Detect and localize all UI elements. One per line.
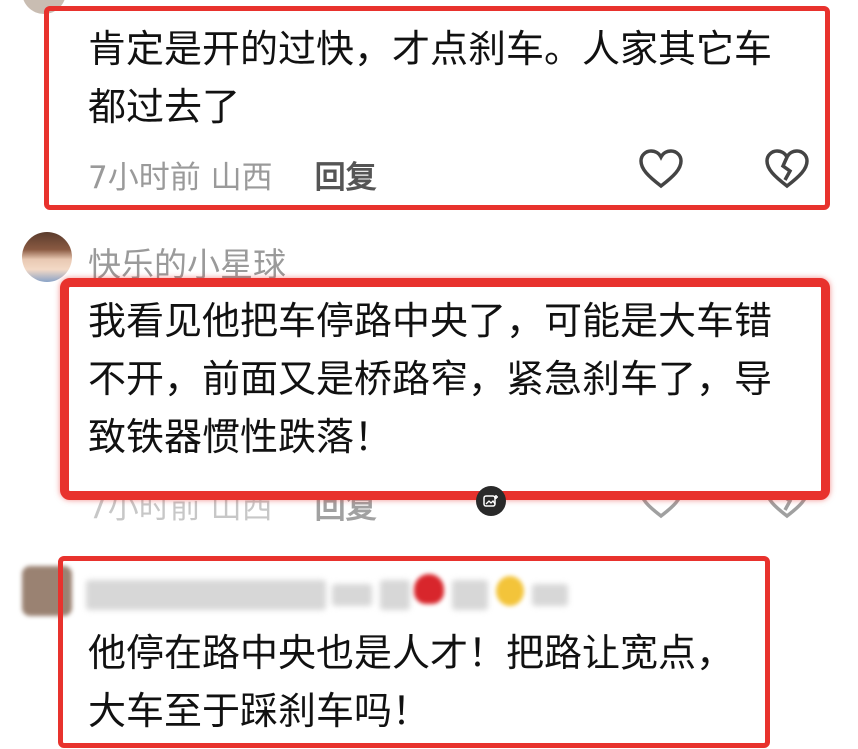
heart-outline-icon[interactable]	[638, 148, 684, 190]
comment-1-reply-button[interactable]: 回复	[315, 160, 377, 196]
broken-heart-icon[interactable]	[764, 148, 810, 190]
avatar[interactable]	[22, 232, 72, 282]
comment-1-meta: 7小时前 山西 回复	[88, 152, 377, 197]
image-edit-icon[interactable]	[476, 486, 506, 516]
comment-3-text: 他停在路中央也是人才！把路让宽点，大车至于踩刹车吗！	[88, 631, 735, 733]
comment-1-time-location: 7小时前 山西	[88, 160, 273, 196]
comment-1-text: 肯定是开的过快，才点刹车。人家其它车都过去了	[88, 27, 773, 129]
comment-2-text: 我看见他把车停路中央了，可能是大车错不开，前面又是桥路窄，紧急刹车了，导致铁器惯…	[88, 299, 773, 459]
